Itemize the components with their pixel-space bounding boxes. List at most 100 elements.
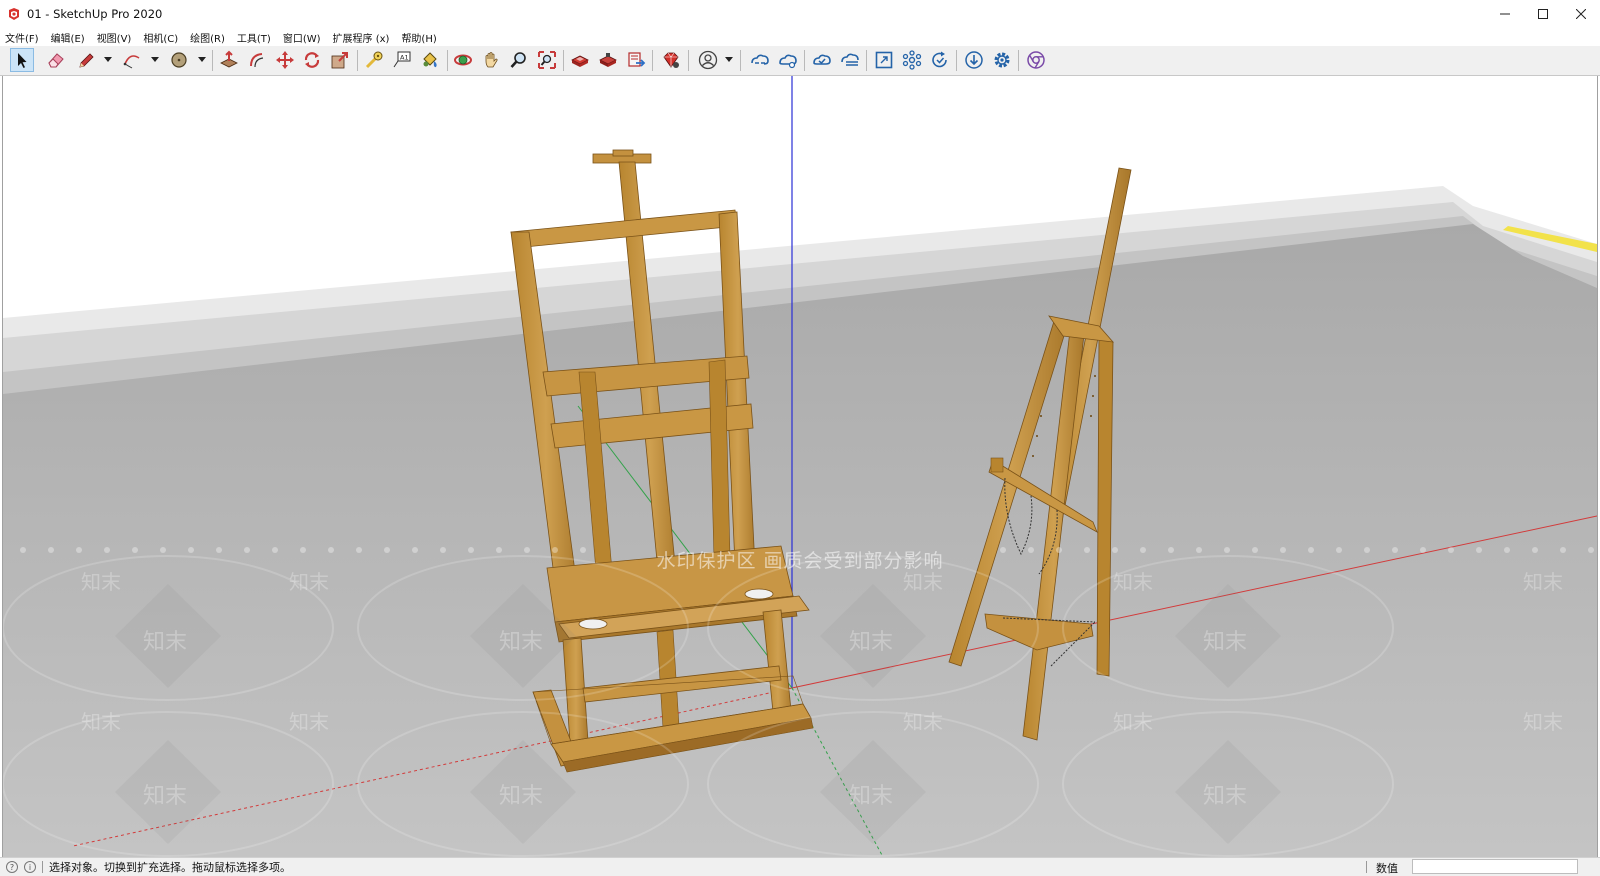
menu-draw[interactable]: 绘图(R) (184, 30, 231, 45)
toolbar-separator (563, 50, 564, 71)
zoom-extents-icon (538, 51, 556, 69)
pan-hand-icon (485, 52, 498, 68)
account-button[interactable] (696, 48, 720, 72)
scale-tool-button[interactable] (328, 48, 352, 72)
push-pull-tool-button[interactable] (217, 48, 241, 72)
arc-tool-button[interactable] (120, 48, 144, 72)
menu-extensions[interactable]: 扩展程序 (x) (327, 30, 396, 45)
arrow-cursor-icon (18, 53, 27, 68)
paint-bucket-tool-button[interactable] (418, 48, 442, 72)
eraser-tool-button[interactable] (44, 48, 68, 72)
menu-view[interactable]: 视图(V) (91, 30, 138, 45)
line-tool-button[interactable] (74, 48, 98, 72)
toolbar-separator (212, 50, 213, 71)
refresh-check-button[interactable] (928, 48, 952, 72)
maximize-button[interactable] (1524, 0, 1562, 28)
watermark-logo-text: 知末 (1113, 710, 1153, 734)
window-controls (1486, 0, 1600, 28)
toolbar-separator (1018, 50, 1019, 71)
status-hint: 选择对象。切换到扩充选择。拖动鼠标选择多项。 (49, 861, 291, 874)
cloud-sync-button[interactable] (810, 48, 834, 72)
orbit-tool-button[interactable] (451, 48, 475, 72)
close-icon (1576, 9, 1586, 19)
sketchup-logo-icon (9, 8, 19, 20)
cloud-sync-icon (813, 54, 831, 65)
extension-manager-button[interactable] (659, 48, 683, 72)
zoom-extents-tool-button[interactable] (535, 48, 559, 72)
select-tool-button[interactable] (10, 48, 34, 72)
close-button[interactable] (1562, 0, 1600, 28)
watermark-logo-text: 知末 (81, 570, 121, 594)
pan-tool-button[interactable] (479, 48, 503, 72)
window-title: 01 - SketchUp Pro 2020 (27, 7, 163, 21)
scale-icon (331, 52, 348, 69)
watermark-logo-text: 知末 (903, 710, 943, 734)
text-tool-button[interactable]: A1 (390, 48, 414, 72)
shapes-tool-button[interactable] (167, 48, 191, 72)
account-dropdown-caret[interactable] (725, 57, 733, 62)
zoom-icon (510, 52, 526, 68)
orbit-icon (454, 54, 472, 66)
measurements-label: 数值 (1376, 862, 1398, 875)
molecule-icon (902, 50, 922, 70)
cloud-share-icon (779, 54, 797, 69)
frame-icon (875, 51, 893, 69)
menu-file[interactable]: 文件(F) (0, 30, 45, 45)
chrome-icon (1027, 51, 1045, 69)
watermark-logo-text: 知末 (903, 570, 943, 594)
text-icon: A1 (393, 51, 411, 68)
download-button[interactable] (962, 48, 986, 72)
zoom-tool-button[interactable] (507, 48, 531, 72)
status-separator (1366, 861, 1367, 873)
status-bar: ? i 选择对象。切换到扩充选择。拖动鼠标选择多项。 数值 (0, 857, 1600, 876)
push-pull-icon (220, 50, 238, 68)
menu-camera[interactable]: 相机(C) (137, 30, 184, 45)
tape-measure-tool-button[interactable] (362, 48, 386, 72)
cloud-publish-button[interactable] (838, 48, 862, 72)
refresh-check-icon (932, 51, 947, 68)
watermark-logo-text: 知末 (289, 570, 329, 594)
line-dropdown-caret[interactable] (104, 57, 112, 62)
minimize-button[interactable] (1486, 0, 1524, 28)
menu-window[interactable]: 窗口(W) (277, 30, 327, 45)
toolbar-separator (688, 50, 689, 71)
toolbar-separator (740, 50, 741, 71)
circle-icon (171, 52, 187, 68)
download-icon (965, 51, 983, 69)
3d-warehouse-button[interactable] (568, 48, 592, 72)
model-info-button[interactable] (872, 48, 896, 72)
toolbar-separator (956, 50, 957, 71)
user-account-icon (698, 50, 718, 70)
move-tool-button[interactable] (273, 48, 297, 72)
watermark-logo-text: 知末 (499, 630, 544, 655)
geo-location-icon[interactable]: ? (6, 861, 18, 873)
rotate-tool-button[interactable] (300, 48, 324, 72)
watermark-logo-text: 知末 (143, 784, 188, 809)
minimize-icon (1500, 13, 1510, 15)
paint-bucket-icon (423, 52, 437, 68)
browser-button[interactable] (1024, 48, 1048, 72)
collaborate-button[interactable] (776, 48, 800, 72)
extension-warehouse-button[interactable] (596, 48, 620, 72)
menu-tools[interactable]: 工具(T) (231, 30, 277, 45)
offset-tool-button[interactable] (245, 48, 269, 72)
svg-text:A1: A1 (400, 54, 409, 62)
settings-button[interactable] (990, 48, 1014, 72)
menu-help[interactable]: 帮助(H) (395, 30, 442, 45)
toolbar-separator (357, 50, 358, 71)
toolbar-separator (447, 50, 448, 71)
info-icon[interactable]: i (24, 861, 36, 873)
send-to-layout-button[interactable] (624, 48, 648, 72)
trimble-connect-button[interactable] (748, 48, 772, 72)
components-button[interactable] (900, 48, 924, 72)
shapes-dropdown-caret[interactable] (198, 57, 206, 62)
drawing-viewport[interactable]: 水印保护区 画质会受到部分影响 知末 知末 知末 知末 知末 知末 知末 知末 … (2, 76, 1598, 857)
arc-dropdown-caret[interactable] (151, 57, 159, 62)
eraser-icon (48, 53, 64, 68)
menu-edit[interactable]: 编辑(E) (45, 30, 91, 45)
watermark-logo-text: 知末 (1523, 570, 1563, 594)
offset-icon (250, 53, 264, 68)
measurements-input[interactable] (1412, 859, 1578, 874)
extension-warehouse-icon (599, 53, 617, 67)
watermark-logo-text: 知末 (1203, 630, 1248, 655)
